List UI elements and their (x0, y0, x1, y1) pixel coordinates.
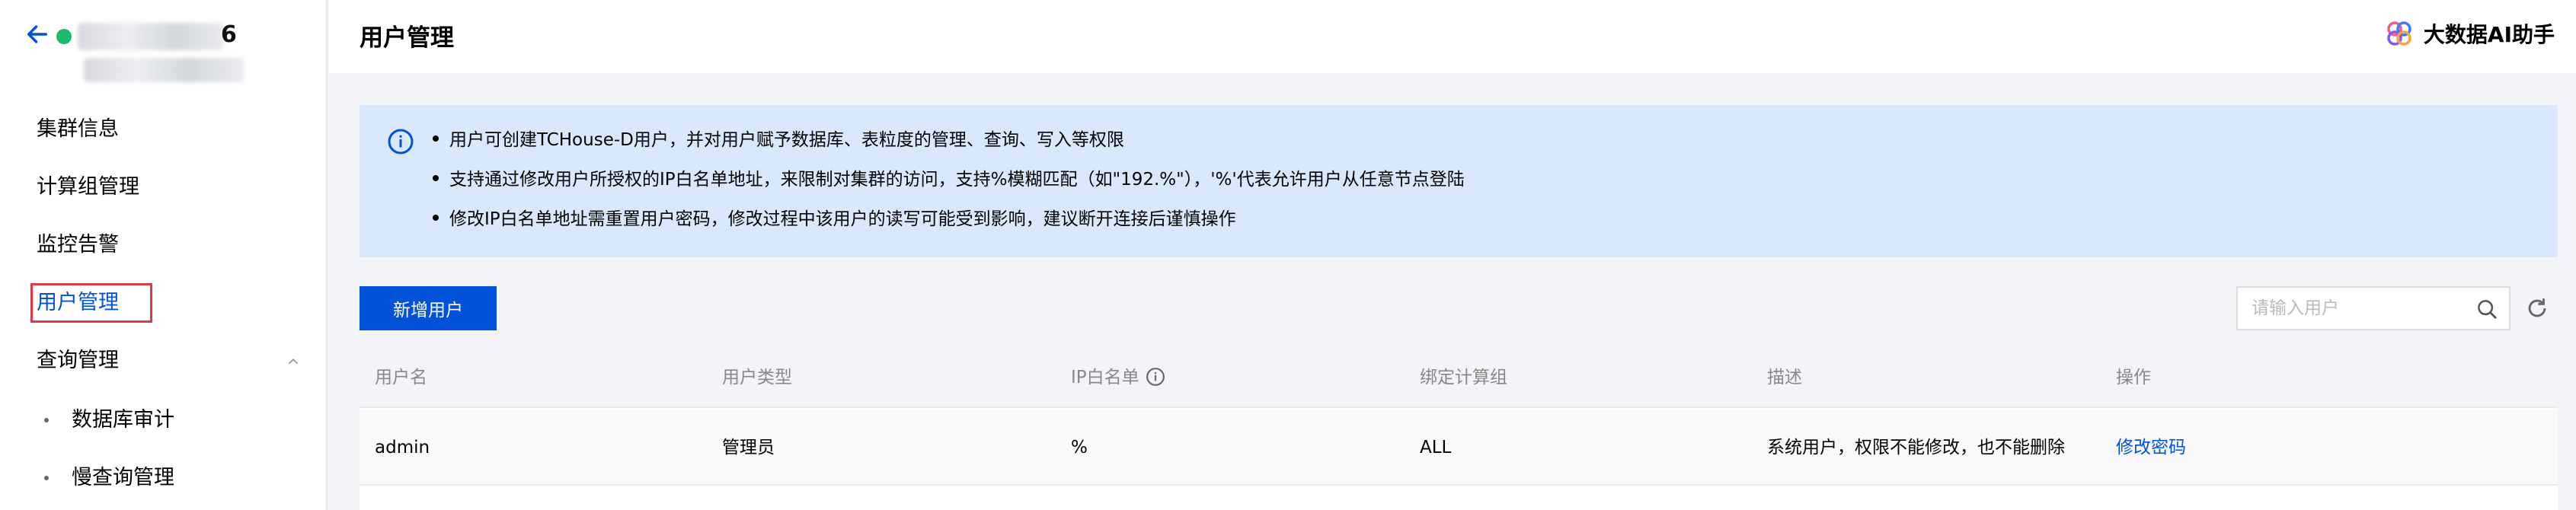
cell-description: 系统用户，权限不能修改，也不能删除 (1767, 438, 2065, 457)
bullet-dot (44, 476, 49, 480)
ai-assistant-icon (2387, 21, 2411, 46)
sidebar: 6 集群信息 计算组管理 监控告警 用户管理 查询管理 数据库审计 慢查询管理 (0, 0, 328, 510)
bullet-dot (44, 418, 49, 422)
ai-assistant-label: 大数据AI助手 (2423, 22, 2555, 47)
user-table: 用户名 用户类型 IP白名单 绑定计算组 描述 操作 admin 管理员 % A… (360, 347, 2558, 510)
column-header-username: 用户名 (375, 368, 427, 387)
cluster-name-redacted (78, 23, 224, 50)
sidebar-item-compute-groups[interactable]: 计算组管理 (37, 164, 139, 210)
notice-line: 修改IP白名单地址需重置用户密码，修改过程中该用户的读写可能受到影响，建议断开连… (433, 204, 1236, 234)
table-row: admin 管理员 % ALL 系统用户，权限不能修改，也不能删除 修改密码 (360, 410, 2558, 486)
table-header: 用户名 用户类型 IP白名单 绑定计算组 描述 操作 (360, 347, 2558, 408)
sidebar-item-cluster-info[interactable]: 集群信息 (37, 107, 119, 152)
column-header-compute-group: 绑定计算组 (1420, 368, 1507, 387)
sidebar-subitem-slow-query[interactable]: 慢查询管理 (72, 455, 174, 501)
chevron-up-icon[interactable] (285, 353, 302, 370)
ai-assistant-button[interactable]: 大数据AI助手 (2384, 17, 2555, 50)
sidebar-item-monitoring[interactable]: 监控告警 (37, 222, 119, 268)
search-input[interactable] (2252, 288, 2465, 329)
cluster-id-redacted (84, 58, 244, 82)
column-header-ip-whitelist: IP白名单 (1071, 347, 1165, 408)
info-icon[interactable] (1146, 367, 1165, 387)
header: 用户管理 大数据AI助手 (329, 0, 2576, 73)
cluster-name-suffix: 6 (221, 21, 237, 48)
sidebar-subitem-db-audit[interactable]: 数据库审计 (72, 397, 174, 443)
info-notice: 用户可创建TCHouse-D用户，并对用户赋予数据库、表粒度的管理、查询、写入等… (360, 105, 2558, 257)
sidebar-item-query-mgmt[interactable]: 查询管理 (37, 338, 119, 384)
cell-username: admin (375, 438, 430, 457)
change-password-link[interactable]: 修改密码 (2116, 410, 2186, 486)
sidebar-item-users[interactable]: 用户管理 (37, 280, 119, 326)
column-header-user-type: 用户类型 (722, 368, 792, 387)
cell-compute-group: ALL (1420, 438, 1452, 457)
column-header-description: 描述 (1767, 368, 1802, 387)
info-icon (388, 129, 414, 155)
add-user-button[interactable]: 新增用户 (360, 286, 497, 330)
cluster-status-dot (56, 29, 72, 44)
notice-line: 支持通过修改用户所授权的IP白名单地址，来限制对集群的访问，支持%模糊匹配（如"… (433, 164, 1465, 195)
notice-line: 用户可创建TCHouse-D用户，并对用户赋予数据库、表粒度的管理、查询、写入等… (433, 125, 1124, 155)
page-title: 用户管理 (360, 24, 454, 52)
cell-ip-whitelist: % (1071, 438, 1088, 457)
search-box (2236, 286, 2510, 330)
refresh-icon[interactable] (2524, 295, 2550, 321)
search-icon[interactable] (2475, 298, 2498, 320)
column-header-actions: 操作 (2116, 368, 2151, 387)
arrow-left-icon[interactable] (24, 21, 50, 47)
cell-user-type: 管理员 (722, 438, 775, 457)
